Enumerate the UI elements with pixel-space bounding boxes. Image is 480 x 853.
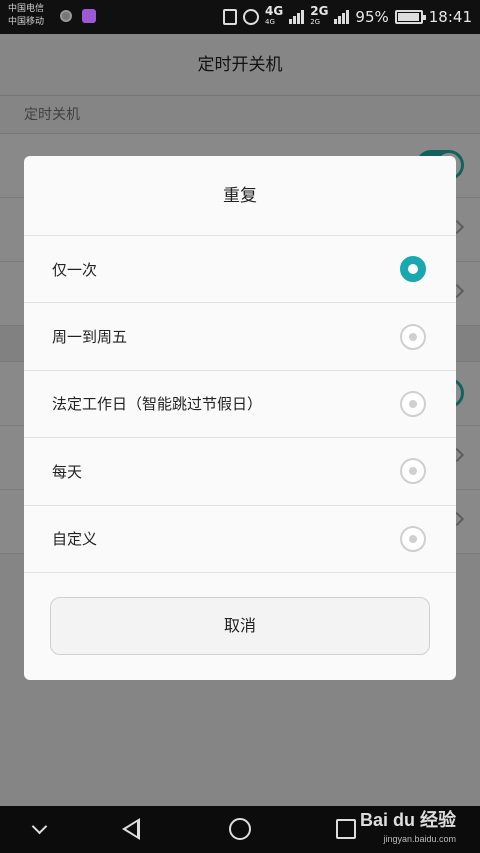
option-once[interactable]: 仅一次 xyxy=(24,236,456,304)
vibrate-icon xyxy=(223,9,238,25)
carrier-1: 中国电信 xyxy=(8,4,45,14)
watermark-logo: Bai du 经验 jingyan.baidu.com xyxy=(360,806,456,853)
navigation-bar: Bai du 经验 jingyan.baidu.com xyxy=(0,806,480,853)
radio-unchecked-icon[interactable] xyxy=(400,525,426,552)
network-4g-label: 4G xyxy=(265,4,284,18)
radio-unchecked-icon[interactable] xyxy=(400,323,426,350)
battery-percent: 95% xyxy=(355,8,389,26)
repeat-dialog: 重复 仅一次 周一到周五 法定工作日（智能跳过节假日） 每天 自定义 取消 xyxy=(24,156,456,680)
watermark-sub: jingyan.baidu.com xyxy=(383,834,456,844)
signal-icon xyxy=(289,10,305,24)
network-2g-sub: 2G xyxy=(310,18,321,26)
carrier-labels: 中国电信 中国移动 xyxy=(8,3,44,29)
app-notification-icon xyxy=(82,9,96,23)
home-icon[interactable] xyxy=(229,818,251,840)
alarm-icon xyxy=(243,9,260,25)
option-label: 每天 xyxy=(52,462,83,481)
radio-unchecked-icon[interactable] xyxy=(400,458,426,485)
dialog-footer: 取消 xyxy=(24,573,456,680)
clock: 18:41 xyxy=(428,8,472,26)
option-workdays[interactable]: 法定工作日（智能跳过节假日） xyxy=(24,371,456,439)
watermark-main: Bai du 经验 xyxy=(359,810,456,830)
recent-apps-icon[interactable] xyxy=(336,819,356,839)
back-icon[interactable] xyxy=(122,818,140,840)
cancel-button[interactable]: 取消 xyxy=(50,597,430,655)
notification-dot-icon xyxy=(60,10,72,22)
dialog-title: 重复 xyxy=(24,156,456,236)
network-4g-sub: 4G xyxy=(265,18,275,26)
status-icons: 4G 4G 2G 2G 95% 18:41 xyxy=(223,0,472,34)
carrier-2: 中国移动 xyxy=(8,17,45,27)
option-label: 仅一次 xyxy=(52,260,98,279)
signal-icon-2 xyxy=(334,10,350,24)
network-2g: 2G 2G xyxy=(310,4,329,28)
radio-unchecked-icon[interactable] xyxy=(400,390,426,417)
option-label: 自定义 xyxy=(52,530,98,549)
network-2g-label: 2G xyxy=(310,4,329,18)
option-label: 周一到周五 xyxy=(52,328,128,347)
option-label: 法定工作日（智能跳过节假日） xyxy=(52,395,263,414)
status-bar: 中国电信 中国移动 4G 4G 2G 2G 95% 18:41 xyxy=(0,0,480,34)
option-weekdays[interactable]: 周一到周五 xyxy=(24,303,456,371)
battery-icon xyxy=(394,10,426,24)
option-everyday[interactable]: 每天 xyxy=(24,438,456,506)
chevron-down-icon[interactable] xyxy=(31,818,48,835)
radio-checked-icon[interactable] xyxy=(400,256,426,283)
option-custom[interactable]: 自定义 xyxy=(24,506,456,573)
network-4g: 4G 4G xyxy=(265,4,284,28)
